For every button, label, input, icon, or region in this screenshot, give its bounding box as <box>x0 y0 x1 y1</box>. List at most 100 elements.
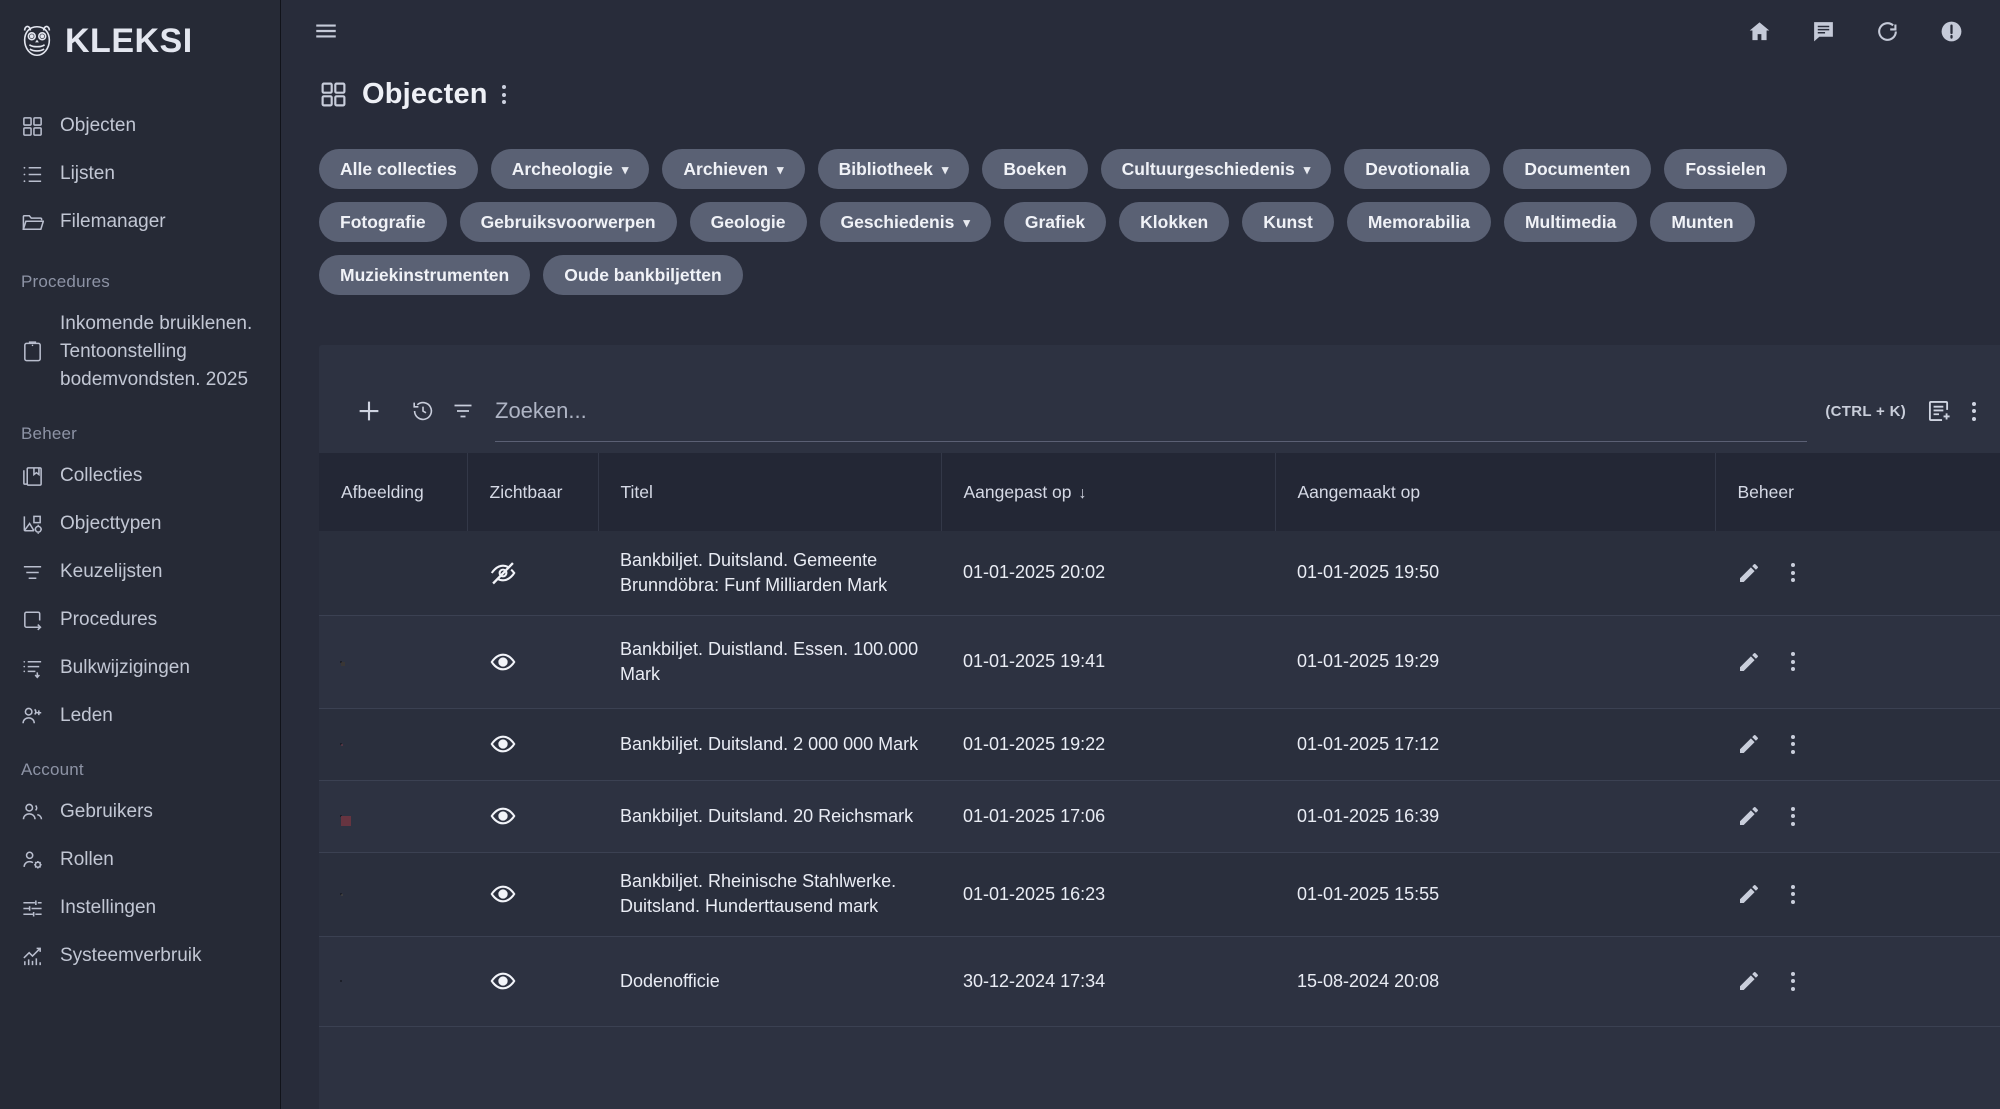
chip-devotionalia[interactable]: Devotionalia <box>1344 149 1490 189</box>
cell-zichtbaar[interactable] <box>467 615 598 708</box>
cell-aangemaakt-op: 01-01-2025 19:50 <box>1275 531 1715 615</box>
pencil-icon[interactable] <box>1737 804 1761 828</box>
row-more-menu-icon[interactable] <box>1791 972 1795 991</box>
chip-oude-bankbiljetten[interactable]: Oude bankbiljetten <box>543 255 743 295</box>
pencil-icon[interactable] <box>1737 561 1761 585</box>
chip-gebruiksvoorwerpen[interactable]: Gebruiksvoorwerpen <box>460 202 677 242</box>
brand-logo-area[interactable]: KLEKSI <box>0 14 280 68</box>
cell-zichtbaar[interactable] <box>467 531 598 615</box>
chip-fossielen[interactable]: Fossielen <box>1664 149 1787 189</box>
row-more-menu-icon[interactable] <box>1791 563 1795 582</box>
sidebar-item-bulkwijzigingen[interactable]: Bulkwijzigingen <box>0 644 280 692</box>
pencil-icon[interactable] <box>1737 882 1761 906</box>
column-header-aangepast-op[interactable]: Aangepast op↓ <box>941 453 1275 531</box>
chip-alle-collecties[interactable]: Alle collecties <box>319 149 478 189</box>
chip-label: Oude bankbiljetten <box>564 265 722 286</box>
chip-kunst[interactable]: Kunst <box>1242 202 1334 242</box>
search-input[interactable] <box>495 398 1807 424</box>
book-bookmark-icon <box>21 465 44 488</box>
table-body: Bankbiljet. Duitsland. Gemeente Brunndöb… <box>319 531 2000 1026</box>
row-more-menu-icon[interactable] <box>1791 885 1795 904</box>
chip-cultuurgeschiedenis[interactable]: Cultuurgeschiedenis▾ <box>1101 149 1332 189</box>
chip-geschiedenis[interactable]: Geschiedenis▾ <box>820 202 991 242</box>
table-row[interactable]: Bankbiljet. Duistland. Essen. 100.000 Ma… <box>319 615 2000 708</box>
chip-boeken[interactable]: Boeken <box>982 149 1087 189</box>
chip-memorabilia[interactable]: Memorabilia <box>1347 202 1491 242</box>
chip-documenten[interactable]: Documenten <box>1503 149 1651 189</box>
sidebar-item-procedure-tentoonstelling[interactable]: Inkomende bruiklenen. Tentoonstelling bo… <box>0 300 280 404</box>
alert-icon[interactable] <box>1932 12 1970 50</box>
app-root: KLEKSI Objecten Lijsten <box>0 0 2000 1109</box>
list-icon <box>21 163 44 186</box>
cell-afbeelding <box>319 531 467 615</box>
chip-grafiek[interactable]: Grafiek <box>1004 202 1106 242</box>
table-row[interactable]: Bankbiljet. Duitsland. Gemeente Brunndöb… <box>319 531 2000 615</box>
sidebar-item-objecten[interactable]: Objecten <box>0 102 280 150</box>
sidebar-item-filemanager[interactable]: Filemanager <box>0 198 280 246</box>
chevron-down-icon: ▾ <box>622 162 629 178</box>
users-icon <box>21 801 44 824</box>
eye-icon[interactable] <box>489 648 576 676</box>
table-row[interactable]: Bankbiljet. Duitsland. 20 Reichsmark 01-… <box>319 780 2000 852</box>
column-header-afbeelding[interactable]: Afbeelding <box>319 453 467 531</box>
cell-zichtbaar[interactable] <box>467 936 598 1026</box>
chip-bibliotheek[interactable]: Bibliotheek ▾ <box>818 149 970 189</box>
eye-icon[interactable] <box>489 802 576 830</box>
pencil-icon[interactable] <box>1737 650 1761 674</box>
sidebar-item-collecties[interactable]: Collecties <box>0 452 280 500</box>
chip-archieven[interactable]: Archieven▾ <box>662 149 804 189</box>
sidebar-item-instellingen[interactable]: Instellingen <box>0 884 280 932</box>
cell-zichtbaar[interactable] <box>467 708 598 780</box>
page-more-menu-icon[interactable] <box>502 85 506 104</box>
column-header-aangemaakt-op[interactable]: Aangemaakt op <box>1275 453 1715 531</box>
row-more-menu-icon[interactable] <box>1791 652 1795 671</box>
sidebar-item-objecttypen[interactable]: Objecttypen <box>0 500 280 548</box>
eye-icon[interactable] <box>489 730 576 758</box>
cell-zichtbaar[interactable] <box>467 780 598 852</box>
refresh-icon[interactable] <box>1868 12 1906 50</box>
sidebar-item-leden[interactable]: Leden <box>0 692 280 740</box>
home-icon[interactable] <box>1740 12 1778 50</box>
sidebar-item-rollen[interactable]: Rollen <box>0 836 280 884</box>
cell-aangemaakt-op: 01-01-2025 19:29 <box>1275 615 1715 708</box>
chip-fotografie[interactable]: Fotografie <box>319 202 447 242</box>
eye-icon[interactable] <box>489 967 576 995</box>
chip-label: Bibliotheek <box>839 159 933 180</box>
chevron-down-icon: ▾ <box>942 162 949 178</box>
sidebar-section-account: Account <box>0 740 280 788</box>
user-plus-icon <box>21 705 44 728</box>
history-clock-icon[interactable] <box>411 399 435 423</box>
column-header-zichtbaar[interactable]: Zichtbaar <box>467 453 598 531</box>
table-row[interactable]: Bankbiljet. Rheinische Stahlwerke. Duits… <box>319 852 2000 936</box>
pencil-icon[interactable] <box>1737 732 1761 756</box>
chip-muziekinstrumenten[interactable]: Muziekinstrumenten <box>319 255 530 295</box>
chip-archeologie[interactable]: Archeologie▾ <box>491 149 650 189</box>
chip-geologie[interactable]: Geologie <box>690 202 807 242</box>
chat-icon[interactable] <box>1804 12 1842 50</box>
sidebar-item-lijsten[interactable]: Lijsten <box>0 150 280 198</box>
sidebar-item-gebruikers[interactable]: Gebruikers <box>0 788 280 836</box>
sidebar-item-systeemverbruik[interactable]: Systeemverbruik <box>0 932 280 980</box>
table-row[interactable]: Dodenofficie 30-12-2024 17:34 15-08-2024… <box>319 936 2000 1026</box>
eye-off-icon[interactable] <box>489 559 576 587</box>
row-more-menu-icon[interactable] <box>1791 807 1795 826</box>
pencil-icon[interactable] <box>1737 969 1761 993</box>
sidebar-item-procedures[interactable]: Procedures <box>0 596 280 644</box>
row-more-menu-icon[interactable] <box>1791 735 1795 754</box>
toolbar-more-menu-icon[interactable] <box>1972 402 1976 421</box>
table-row[interactable]: Bankbiljet. Duitsland. 2 000 000 Mark 01… <box>319 708 2000 780</box>
sidebar-item-label: Leden <box>60 702 113 730</box>
chip-klokken[interactable]: Klokken <box>1119 202 1229 242</box>
sidebar-item-keuzelijsten[interactable]: Keuzelijsten <box>0 548 280 596</box>
column-header-titel[interactable]: Titel <box>598 453 941 531</box>
chip-multimedia[interactable]: Multimedia <box>1504 202 1637 242</box>
new-record-icon[interactable] <box>1926 398 1952 424</box>
hamburger-menu-icon[interactable] <box>307 12 345 50</box>
plus-icon[interactable] <box>343 396 395 426</box>
cell-zichtbaar[interactable] <box>467 852 598 936</box>
chip-munten[interactable]: Munten <box>1650 202 1754 242</box>
eye-icon[interactable] <box>489 880 576 908</box>
filter-icon[interactable] <box>451 399 475 423</box>
sidebar-item-label: Lijsten <box>60 160 115 188</box>
chip-label: Memorabilia <box>1368 212 1470 233</box>
